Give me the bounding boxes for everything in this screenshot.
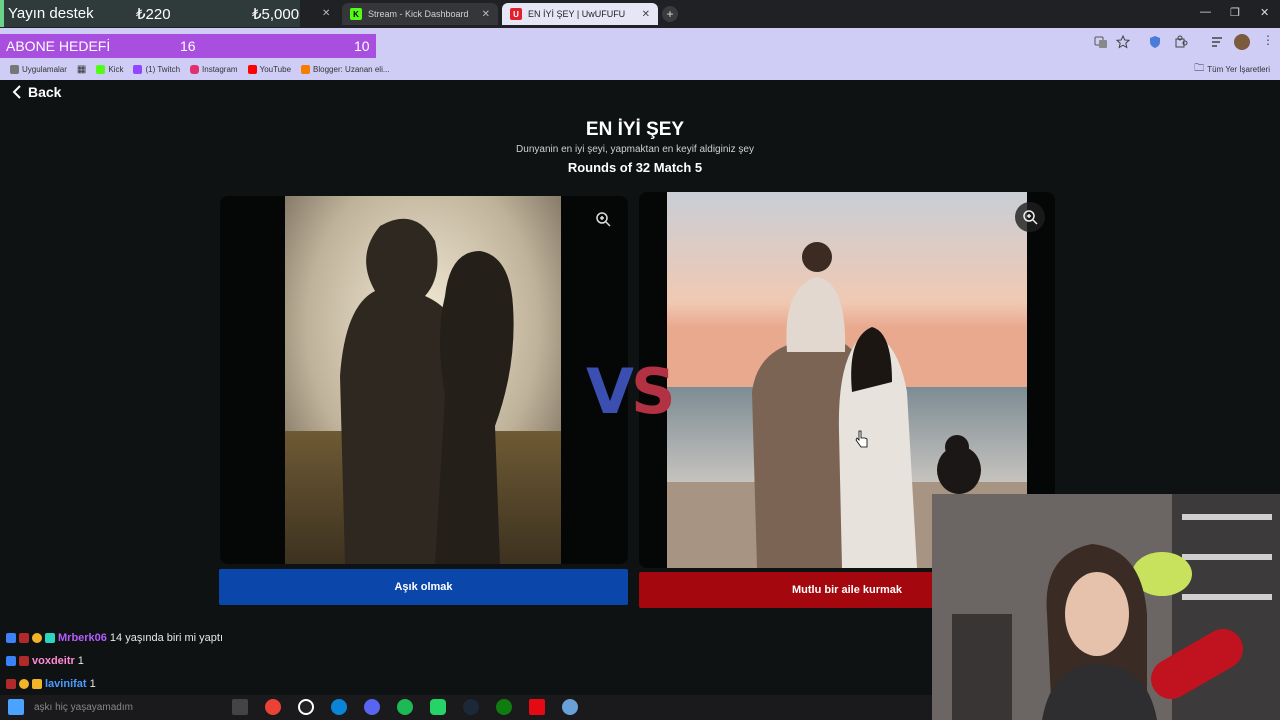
profile-avatar[interactable] (1234, 34, 1250, 50)
donation-goal-overlay: Yayın destek ₺220 ₺5,000 (0, 0, 300, 27)
zoom-in-icon[interactable] (588, 204, 618, 234)
discord-icon[interactable] (364, 699, 380, 715)
chat-text: 14 yaşında biri mi yaptı (109, 632, 224, 644)
media-queue-icon[interactable] (1210, 35, 1224, 49)
whatsapp-icon[interactable] (430, 699, 446, 715)
chat-message: voxdeitr 1 (6, 655, 84, 667)
kick-icon: K (350, 8, 362, 20)
badge-icon (45, 633, 55, 643)
rounds-info: Rounds of 32 Match 5 (567, 160, 703, 175)
blogger-icon (301, 64, 311, 74)
sub-goal-overlay: ABONE HEDEFİ 16 10 (0, 34, 376, 58)
tab-uwufufu[interactable]: U EN İYİ ŞEY | UwUFUFU ✕ (502, 3, 658, 25)
heart-icon (19, 633, 29, 643)
chat-message: Mrberk06 14 yaşında biri mi yaptı (6, 632, 223, 644)
back-label: Back (28, 84, 62, 100)
translate-icon[interactable] (1094, 35, 1108, 49)
apps-grid-icon (10, 64, 19, 74)
bookmark-grid[interactable]: ▦ (77, 64, 86, 75)
badge-icon (6, 633, 16, 643)
badge-icon (32, 679, 42, 689)
chat-user: lavinifat (45, 678, 87, 690)
sub-badge-icon (32, 633, 42, 643)
obs-icon[interactable] (298, 699, 314, 715)
sub-badge-icon (19, 679, 29, 689)
chat-message: lavinifat 1 (6, 678, 96, 690)
taskbar-overlay-text: aşkı hiç yaşayamadım (34, 702, 133, 713)
minimize-icon[interactable]: — (1200, 6, 1211, 18)
chat-user: Mrberk06 (58, 632, 107, 644)
netflix-icon[interactable] (529, 699, 545, 715)
bookmark-all[interactable]: 🗀 Tüm Yer İşaretleri (1194, 61, 1270, 78)
donation-goal: ₺5,000 (252, 6, 300, 23)
bookmarks-bar: Uygulamalar ▦ Kick (1) Twitch Instagram … (0, 58, 1280, 80)
tab-label: Stream - Kick Dashboard (368, 9, 469, 19)
xbox-icon[interactable] (496, 699, 512, 715)
zoom-in-icon[interactable] (1015, 202, 1045, 232)
tab-kick-dashboard[interactable]: K Stream - Kick Dashboard ✕ (342, 3, 498, 25)
grid-icon: ▦ (76, 63, 87, 75)
sub-goal-current: 16 (180, 38, 196, 54)
donation-progress-bar (0, 0, 4, 27)
page-subtitle: Dunyanin en iyi şeyi, yapmaktan en keyif… (516, 144, 754, 155)
sub-goal-label: ABONE HEDEFİ (6, 38, 111, 54)
donation-current: ₺220 (136, 6, 171, 23)
chevron-left-icon (12, 85, 21, 99)
task-view-icon[interactable] (232, 699, 248, 715)
settings-icon[interactable] (562, 699, 578, 715)
chat-user: voxdeitr (32, 655, 75, 667)
bookmark-apps[interactable]: Uygulamalar (10, 64, 67, 74)
chat-overlay: Mrberk06 14 yaşında biri mi yaptı voxdei… (0, 628, 930, 698)
close-icon[interactable]: ✕ (482, 9, 490, 20)
bookmark-blogger[interactable]: Blogger: Uzanan eli... (301, 64, 390, 74)
hand-cursor-icon (855, 430, 868, 448)
youtube-icon (247, 64, 257, 74)
chat-text: 1 (89, 678, 96, 690)
tab-label: EN İYİ ŞEY | UwUFUFU (528, 9, 626, 19)
new-tab-button[interactable]: + (662, 6, 678, 22)
twitch-icon (133, 64, 143, 74)
instagram-icon (190, 64, 200, 74)
spotify-icon[interactable] (397, 699, 413, 715)
edge-icon[interactable] (331, 699, 347, 715)
page-title: EN İYİ ŞEY (585, 119, 685, 140)
webcam-overlay (932, 494, 1280, 720)
start-icon[interactable] (8, 699, 24, 715)
left-choice-button[interactable]: Aşık olmak (219, 569, 628, 605)
webcam-image (932, 494, 1280, 720)
maximize-icon[interactable]: ❐ (1230, 6, 1240, 19)
uwufufu-icon: U (510, 8, 522, 20)
close-window-icon[interactable]: ✕ (1260, 6, 1269, 19)
bookmark-instagram[interactable]: Instagram (190, 64, 238, 74)
folder-icon: 🗀 (1194, 62, 1205, 74)
vs-label: VS (586, 355, 676, 428)
bookmark-twitch[interactable]: (1) Twitch (133, 64, 180, 74)
sub-goal-target: 10 (354, 38, 370, 54)
taskbar: aşkı hiç yaşayamadım (0, 695, 932, 720)
close-icon[interactable]: ✕ (322, 8, 330, 19)
bookmark-kick[interactable]: Kick (96, 64, 123, 74)
puzzle-icon[interactable] (1174, 35, 1188, 49)
badge-icon (6, 656, 16, 666)
steam-icon[interactable] (463, 699, 479, 715)
donation-label: Yayın destek (8, 5, 94, 22)
close-icon[interactable]: ✕ (642, 9, 650, 20)
kick-icon (96, 64, 106, 74)
chat-text: 1 (77, 655, 84, 667)
heart-icon (19, 656, 29, 666)
menu-dots-icon[interactable]: ⋮ (1262, 33, 1274, 47)
chrome-icon[interactable] (265, 699, 281, 715)
heart-icon (6, 679, 16, 689)
left-choice-card[interactable] (220, 196, 628, 564)
bookmark-youtube[interactable]: YouTube (247, 64, 291, 74)
extension-shield-icon[interactable] (1148, 35, 1162, 49)
back-button[interactable]: Back (12, 84, 61, 100)
left-choice-image (285, 196, 561, 564)
star-icon[interactable] (1116, 35, 1130, 49)
